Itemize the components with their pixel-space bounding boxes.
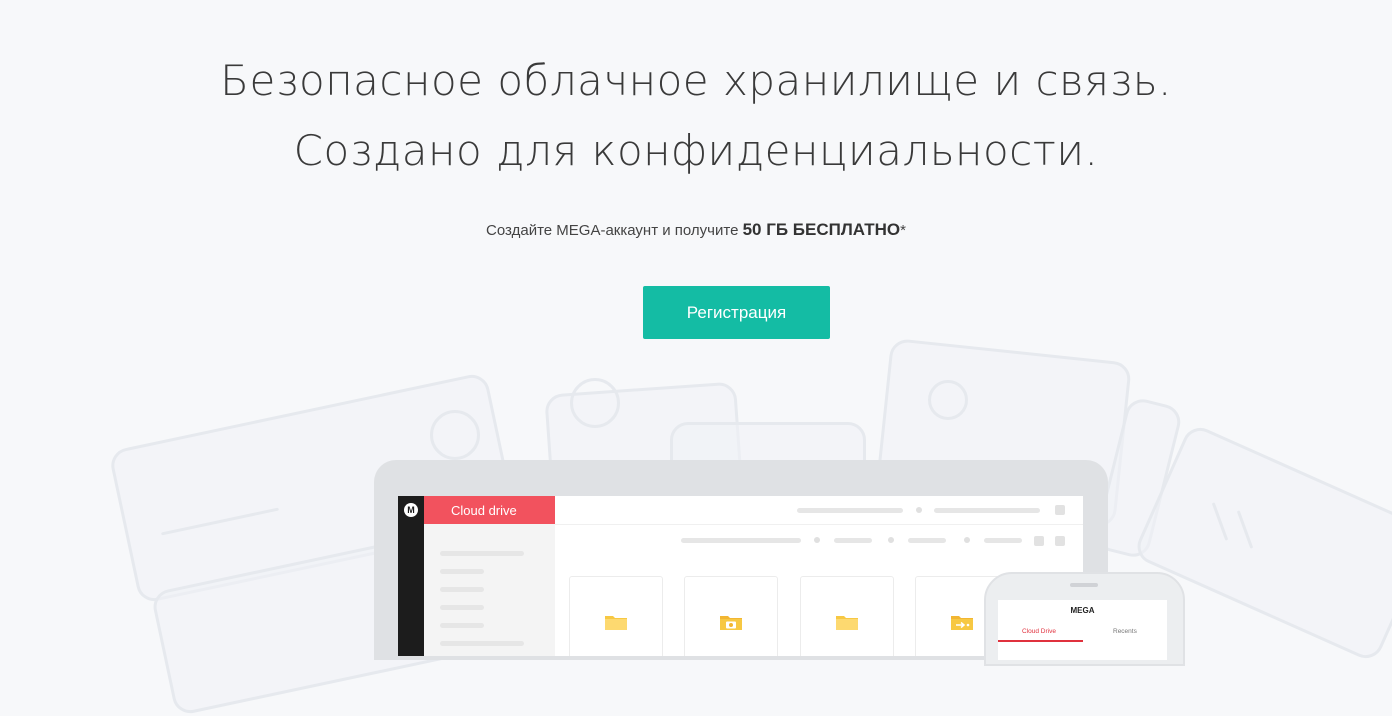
folder-icon <box>836 616 858 630</box>
folder-card <box>569 576 663 656</box>
offer-highlight: 50 ГБ БЕСПЛАТНО <box>742 220 901 239</box>
camera-folder-icon <box>720 616 742 630</box>
folder-icon <box>605 616 627 630</box>
shared-folder-icon <box>951 616 973 630</box>
phone-speaker <box>1070 583 1098 587</box>
folder-card <box>800 576 894 656</box>
app-topbar <box>555 496 1083 525</box>
phone-tab-cloud-drive: Cloud Drive <box>1022 628 1056 635</box>
hero-title-line2: Создано для конфиденциальности. <box>293 126 1099 175</box>
phone-app-title: MEGA <box>1070 606 1095 615</box>
phone-tab-recents: Recents <box>1113 628 1137 635</box>
offer-text: Создайте MEGA-аккаунт и получите <box>486 222 739 239</box>
offer-asterisk: * <box>900 222 906 239</box>
camera-folder-card <box>684 576 778 656</box>
cloud-drive-tab: Cloud drive <box>424 496 555 524</box>
laptop-screen: M Cloud drive <box>398 496 1083 656</box>
app-rail: M <box>398 496 424 656</box>
phone-screen: MEGA Cloud Drive Recents <box>998 600 1167 660</box>
free-storage-offer: Создайте MEGA-аккаунт и получите 50 ГБ Б… <box>0 220 1392 240</box>
mega-logo-icon: M <box>404 503 418 517</box>
hero-title-line1: Безопасное облачное хранилище и связь. <box>220 56 1172 105</box>
register-button[interactable]: Регистрация <box>643 286 830 339</box>
